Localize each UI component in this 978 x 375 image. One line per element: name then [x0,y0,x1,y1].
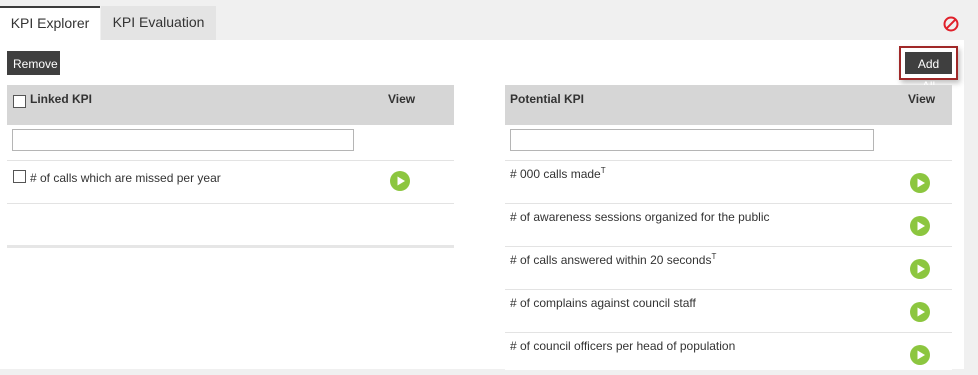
play-icon[interactable] [910,345,930,365]
kpi-name: # of calls which are missed per year [30,171,221,185]
linked-kpi-panel: Linked KPI View # of calls which are mis… [7,85,454,248]
table-row: # of complains against council staff [505,290,952,333]
linked-kpi-header: Linked KPI View [7,85,454,125]
potential-kpi-header: Potential KPI View [505,85,952,125]
play-icon[interactable] [910,216,930,236]
kpi-name: # of calls answered within 20 secondsT [510,252,717,267]
tab-kpi-evaluation[interactable]: KPI Evaluation [101,6,216,40]
add-all-highlight: Add All [899,46,958,93]
kpi-name: # 000 calls madeT [510,166,606,181]
potential-view-header: View [908,92,936,106]
play-icon[interactable] [910,259,930,279]
play-icon[interactable] [910,302,930,322]
kpi-name: # of complains against council staff [510,296,696,310]
select-all-checkbox[interactable] [13,95,26,108]
linked-view-header: View [388,92,416,106]
no-entry-icon[interactable] [943,16,959,32]
linked-kpi-filter-input[interactable] [12,129,354,151]
potential-kpi-filter-input[interactable] [510,129,874,151]
add-all-button[interactable]: Add All [905,52,952,93]
table-row: # of calls answered within 20 secondsT [505,247,952,290]
potential-kpi-panel: Potential KPI View # 000 calls madeT # o… [505,85,952,370]
play-icon[interactable] [910,173,930,193]
kpi-explorer-content: Remove Add All Linked KPI View # of call… [0,40,964,370]
tab-kpi-explorer[interactable]: KPI Explorer [0,6,100,40]
table-row: # 000 calls madeT [505,161,952,204]
table-row: # of calls which are missed per year [7,161,454,204]
potential-filter-row [505,125,952,161]
remove-button[interactable]: Remove [7,51,60,75]
kpi-name: # of council officers per head of popula… [510,339,736,353]
row-checkbox[interactable] [13,170,26,183]
table-row: # of awareness sessions organized for th… [505,204,952,247]
potential-kpi-title: Potential KPI [510,92,585,106]
kpi-name: # of awareness sessions organized for th… [510,210,770,224]
linked-filter-row [7,125,454,161]
tab-bar: KPI Explorer KPI Evaluation [0,6,978,40]
play-icon[interactable] [390,171,410,191]
linked-kpi-title: Linked KPI [30,92,93,106]
